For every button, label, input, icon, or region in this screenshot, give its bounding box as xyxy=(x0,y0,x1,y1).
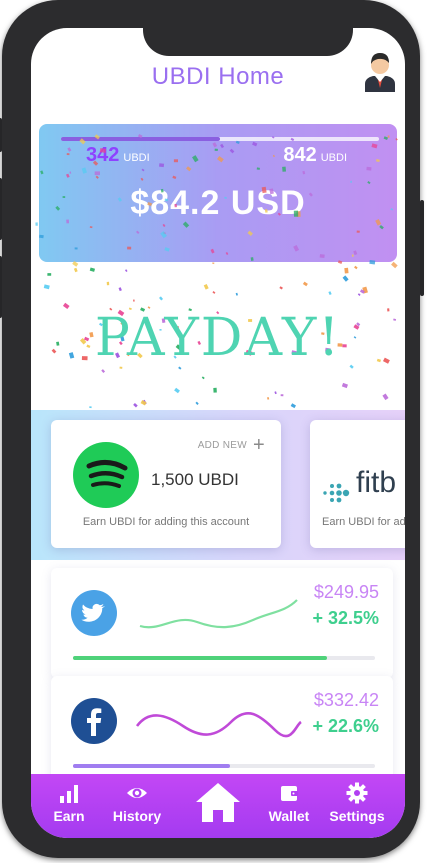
fitbit-wordmark: fitb xyxy=(356,466,397,499)
nav-settings[interactable]: Settings xyxy=(323,782,391,824)
confetti-piece xyxy=(382,393,389,401)
twitter-price: $249.95 xyxy=(313,582,379,602)
confetti-piece xyxy=(235,292,238,296)
page-title: UBDI Home xyxy=(151,63,285,90)
add-account-carousel: ADD NEW + 1,500 UBDI Earn UBDI for adding… xyxy=(31,410,405,560)
bar-chart-icon xyxy=(60,785,78,803)
confetti-piece xyxy=(47,273,52,276)
confetti-piece xyxy=(106,281,110,286)
nav-wallet[interactable]: Wallet xyxy=(255,782,323,824)
plus-icon: + xyxy=(253,434,265,456)
volume-up-button xyxy=(0,178,2,240)
confetti-piece xyxy=(279,286,283,290)
nav-earn[interactable]: Earn xyxy=(35,782,103,824)
confetti-piece xyxy=(354,265,358,270)
points-progress-track xyxy=(61,137,379,141)
facebook-progress-fill xyxy=(73,764,231,768)
confetti-piece xyxy=(89,267,96,272)
confetti-piece xyxy=(280,394,284,397)
confetti-piece xyxy=(43,284,50,290)
nav-history-label: History xyxy=(112,808,162,824)
twitter-progress-track xyxy=(73,656,375,660)
twitter-change: + 32.5% xyxy=(312,608,379,628)
card-note: Earn UBDI for adding this account xyxy=(82,516,250,528)
confetti-piece xyxy=(290,403,297,409)
nav-history[interactable]: History xyxy=(103,782,171,824)
confetti-piece xyxy=(133,299,135,302)
facebook-price: $332.42 xyxy=(313,690,379,710)
confetti-piece xyxy=(212,291,216,294)
confetti-piece xyxy=(174,387,180,394)
card-note: Earn UBDI for ad xyxy=(322,516,405,528)
volume-down-button xyxy=(0,256,2,318)
confetti-piece xyxy=(213,387,217,393)
confetti-piece xyxy=(73,267,78,273)
confetti-piece xyxy=(118,287,122,292)
card-amount: 1,500 UBDI xyxy=(151,470,239,489)
facebook-icon xyxy=(71,698,117,744)
gear-icon xyxy=(346,782,368,804)
fitbit-card[interactable]: fitb Earn UBDI for ad xyxy=(310,420,405,548)
facebook-trend-sparkline xyxy=(135,711,302,738)
twitter-trend-sparkline xyxy=(139,599,298,629)
points-progress-fill xyxy=(61,137,220,141)
confetti-piece xyxy=(359,289,365,294)
confetti-piece xyxy=(362,286,368,294)
confetti-piece xyxy=(342,275,349,282)
nav-wallet-label: Wallet xyxy=(268,808,310,824)
user-avatar-icon[interactable] xyxy=(363,48,397,92)
wallet-icon xyxy=(281,786,298,801)
nav-settings-label: Settings xyxy=(329,808,385,824)
confetti-piece xyxy=(195,401,199,405)
confetti-piece xyxy=(35,222,38,226)
confetti-piece xyxy=(341,382,348,389)
confetti-piece xyxy=(140,400,147,406)
confetti-piece xyxy=(274,391,277,395)
confetti-piece xyxy=(141,399,147,406)
fitbit-icon xyxy=(320,478,350,508)
add-new-button[interactable]: ADD NEW + xyxy=(198,434,265,457)
confetti-piece xyxy=(302,281,308,287)
home-icon xyxy=(196,783,240,822)
confetti-piece xyxy=(266,397,270,400)
confetti-piece xyxy=(328,291,332,296)
confetti-piece xyxy=(124,269,128,273)
current-points: 342 UBDI xyxy=(86,144,150,166)
payday-message: PAYDAY! xyxy=(94,308,342,368)
max-points: 842 UBDI xyxy=(283,144,347,166)
phone-frame: UBDI Home 342 UBDI 842 UBDI $84.2 USD PAYD… xyxy=(0,0,424,858)
bottom-navigation: Earn History Wallet Settings xyxy=(31,774,405,838)
mute-switch xyxy=(0,118,2,152)
confetti-piece xyxy=(201,376,205,380)
nav-home[interactable] xyxy=(193,778,243,828)
notch xyxy=(143,28,353,56)
spotify-icon xyxy=(73,442,139,508)
confetti-piece xyxy=(133,403,138,408)
app-screen: UBDI Home 342 UBDI 842 UBDI $84.2 USD PAYD… xyxy=(31,28,405,838)
facebook-account-row[interactable]: $332.42 + 22.6% xyxy=(51,676,393,786)
twitter-progress-fill xyxy=(73,656,327,660)
confetti-piece xyxy=(101,369,106,373)
confetti-piece xyxy=(357,293,361,296)
power-button xyxy=(420,200,424,296)
twitter-icon xyxy=(71,590,117,636)
facebook-change: + 22.6% xyxy=(312,716,379,736)
confetti-piece xyxy=(391,261,398,269)
spotify-card[interactable]: ADD NEW + 1,500 UBDI Earn UBDI for adding… xyxy=(51,420,281,548)
payday-banner: 342 UBDI 842 UBDI $84.2 USD xyxy=(39,124,397,262)
usd-value: $84.2 USD xyxy=(130,184,306,222)
confetti-piece xyxy=(89,406,92,409)
facebook-progress-track xyxy=(73,764,375,768)
confetti-piece xyxy=(344,267,349,274)
twitter-account-row[interactable]: $249.95 + 32.5% xyxy=(51,568,393,678)
confetti-piece xyxy=(212,262,215,265)
confetti-piece xyxy=(203,284,209,290)
eye-icon xyxy=(127,788,147,798)
nav-earn-label: Earn xyxy=(53,808,85,824)
confetti-piece xyxy=(159,296,164,301)
